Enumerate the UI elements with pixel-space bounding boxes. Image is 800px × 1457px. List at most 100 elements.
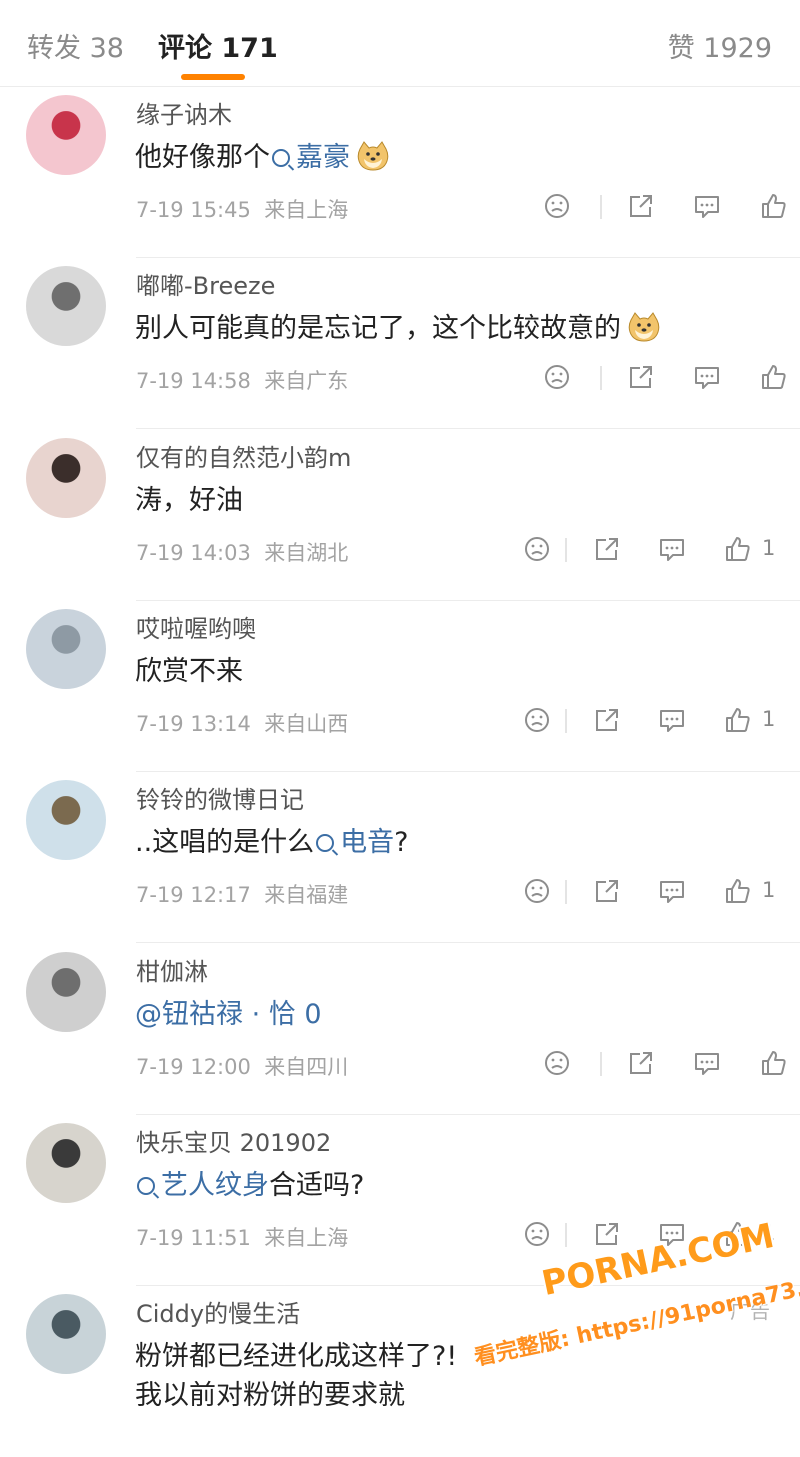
- thumbs-up-icon: [758, 194, 788, 225]
- comment-text: 欣赏不来: [135, 649, 243, 688]
- comment-author[interactable]: 铃铃的微博日记: [136, 780, 304, 815]
- avatar[interactable]: [26, 1122, 106, 1203]
- comment-item: 缘子讷木他好像那个 嘉豪 7-19 15:45 来自上海: [0, 87, 800, 258]
- share-button[interactable]: [592, 1219, 622, 1249]
- comment-meta: 7-19 14:03 来自湖北: [136, 537, 348, 567]
- comment-item: 仅有的自然范小韵m 涛，好油 7-19 14:03 来自湖北 1: [0, 430, 800, 601]
- comment-text-body: 他好像那个: [135, 142, 270, 173]
- comment-text-tail: 合适吗?: [269, 1169, 365, 1201]
- share-button[interactable]: [592, 705, 622, 735]
- comment-bubble-icon: [692, 1052, 722, 1082]
- dislike-button[interactable]: [522, 1219, 552, 1249]
- sad-face-icon: [542, 194, 572, 225]
- thumbs-up-icon: [722, 707, 752, 739]
- like-button[interactable]: [722, 876, 752, 906]
- comment-text-body: 粉饼都已经进化成这样了?!: [135, 1341, 458, 1373]
- comment-actions: 1: [522, 876, 775, 908]
- action-divider: [565, 537, 567, 562]
- action-divider: [600, 366, 602, 391]
- sad-face-icon: [542, 1050, 572, 1082]
- topic-link[interactable]: 嘉豪: [270, 142, 350, 173]
- comment-text: 粉饼都已经进化成这样了?! 我以前对粉饼的要求就: [135, 1334, 457, 1412]
- comment-location: 来自上海: [264, 198, 349, 222]
- share-button[interactable]: [626, 362, 656, 392]
- like-button[interactable]: [758, 362, 788, 392]
- reply-button[interactable]: [657, 876, 687, 906]
- sad-face-icon: [522, 536, 552, 568]
- share-button[interactable]: [626, 191, 656, 221]
- comment-text-body: 别人可能真的是忘记了，这个比较故意的: [135, 313, 621, 345]
- tab-repost[interactable]: 转发 38: [27, 26, 124, 65]
- comment-location: 来自湖北: [264, 540, 349, 565]
- comment-text-line2: 我以前对粉饼的要求就: [135, 1380, 405, 1412]
- comment-author[interactable]: 快乐宝贝 201902: [136, 1123, 331, 1158]
- comment-bubble-icon: [692, 196, 722, 225]
- share-icon: [626, 195, 656, 225]
- action-divider: [565, 708, 567, 733]
- share-icon: [626, 366, 656, 396]
- comment-meta: 7-19 12:00 来自四川: [136, 1051, 348, 1081]
- comment-time: 7-19 11:51: [136, 1225, 251, 1250]
- comment-text: 涛，好油: [135, 478, 243, 517]
- reply-button[interactable]: [657, 534, 687, 564]
- dislike-button[interactable]: [542, 362, 572, 392]
- thumbs-up-icon: [758, 365, 788, 396]
- dislike-button[interactable]: [522, 705, 552, 735]
- share-button[interactable]: [592, 534, 622, 564]
- comment-author[interactable]: 哎啦喔哟噢: [136, 609, 256, 644]
- dislike-button[interactable]: [542, 1048, 572, 1078]
- comment-time: 7-19 14:03: [136, 540, 251, 565]
- topic-link[interactable]: 电音: [314, 827, 394, 858]
- comment-bubble-icon: [657, 881, 687, 910]
- avatar[interactable]: [26, 951, 106, 1032]
- avatar[interactable]: [26, 95, 106, 175]
- mention-link[interactable]: @钮祜禄 · 恰 0: [135, 999, 322, 1030]
- comment-location: 来自上海: [264, 1225, 349, 1250]
- reply-button[interactable]: [692, 191, 722, 221]
- comment-text: @钮祜禄 · 恰 0: [135, 992, 322, 1031]
- like-button[interactable]: [722, 534, 752, 564]
- dislike-button[interactable]: [522, 876, 552, 906]
- share-button[interactable]: [626, 1048, 656, 1078]
- topic-link[interactable]: 艺人纹身: [135, 1170, 269, 1201]
- comment-text-body: 涛，好油: [135, 484, 243, 516]
- comment-item: 哎啦喔哟噢 欣赏不来 7-19 13:14 来自山西 1: [0, 601, 800, 772]
- dislike-button[interactable]: [542, 191, 572, 221]
- avatar[interactable]: [26, 266, 106, 347]
- share-icon: [592, 708, 622, 739]
- comment-author[interactable]: 柑伽淋: [136, 952, 208, 987]
- comment-author[interactable]: Ciddy的慢生活: [136, 1294, 300, 1329]
- avatar[interactable]: [26, 1294, 106, 1375]
- tab-like[interactable]: 赞 1929: [668, 26, 772, 65]
- comment-author[interactable]: 嘟嘟-Breeze: [136, 266, 275, 301]
- like-button[interactable]: [758, 191, 788, 221]
- avatar[interactable]: [26, 437, 106, 518]
- doge-emoji-icon: [627, 311, 661, 342]
- share-button[interactable]: [592, 876, 622, 906]
- avatar[interactable]: [26, 608, 106, 689]
- comment-item: 嘟嘟-Breeze 别人可能真的是忘记了，这个比较故意的 7-19 14:58 来自…: [0, 258, 800, 430]
- comment-bubble-icon: [692, 367, 722, 396]
- comment-author[interactable]: 缘子讷木: [136, 95, 232, 130]
- doge-emoji-icon: [356, 140, 390, 171]
- comment-bubble-icon: [657, 538, 687, 568]
- like-button[interactable]: [722, 705, 752, 735]
- search-icon: [137, 1176, 155, 1195]
- comment-author[interactable]: 仅有的自然范小韵m: [136, 438, 351, 473]
- comment-actions: [542, 1048, 786, 1080]
- avatar[interactable]: [26, 780, 106, 861]
- like-button[interactable]: [758, 1048, 788, 1078]
- topic-label: 艺人纹身: [161, 1169, 269, 1201]
- comment-meta: 7-19 13:14 来自山西: [136, 708, 348, 738]
- tab-comment[interactable]: 评论 171: [158, 26, 278, 65]
- search-icon: [272, 149, 290, 167]
- dislike-button[interactable]: [522, 534, 552, 564]
- sad-face-icon: [522, 879, 552, 910]
- active-tab-indicator: [181, 74, 245, 80]
- reply-button[interactable]: [657, 705, 687, 735]
- reply-button[interactable]: [692, 1048, 722, 1078]
- comment-meta: 7-19 15:45 来自上海: [136, 194, 348, 224]
- comment-actions: 1: [522, 534, 775, 566]
- reply-button[interactable]: [692, 362, 722, 392]
- comment-actions: [542, 191, 786, 223]
